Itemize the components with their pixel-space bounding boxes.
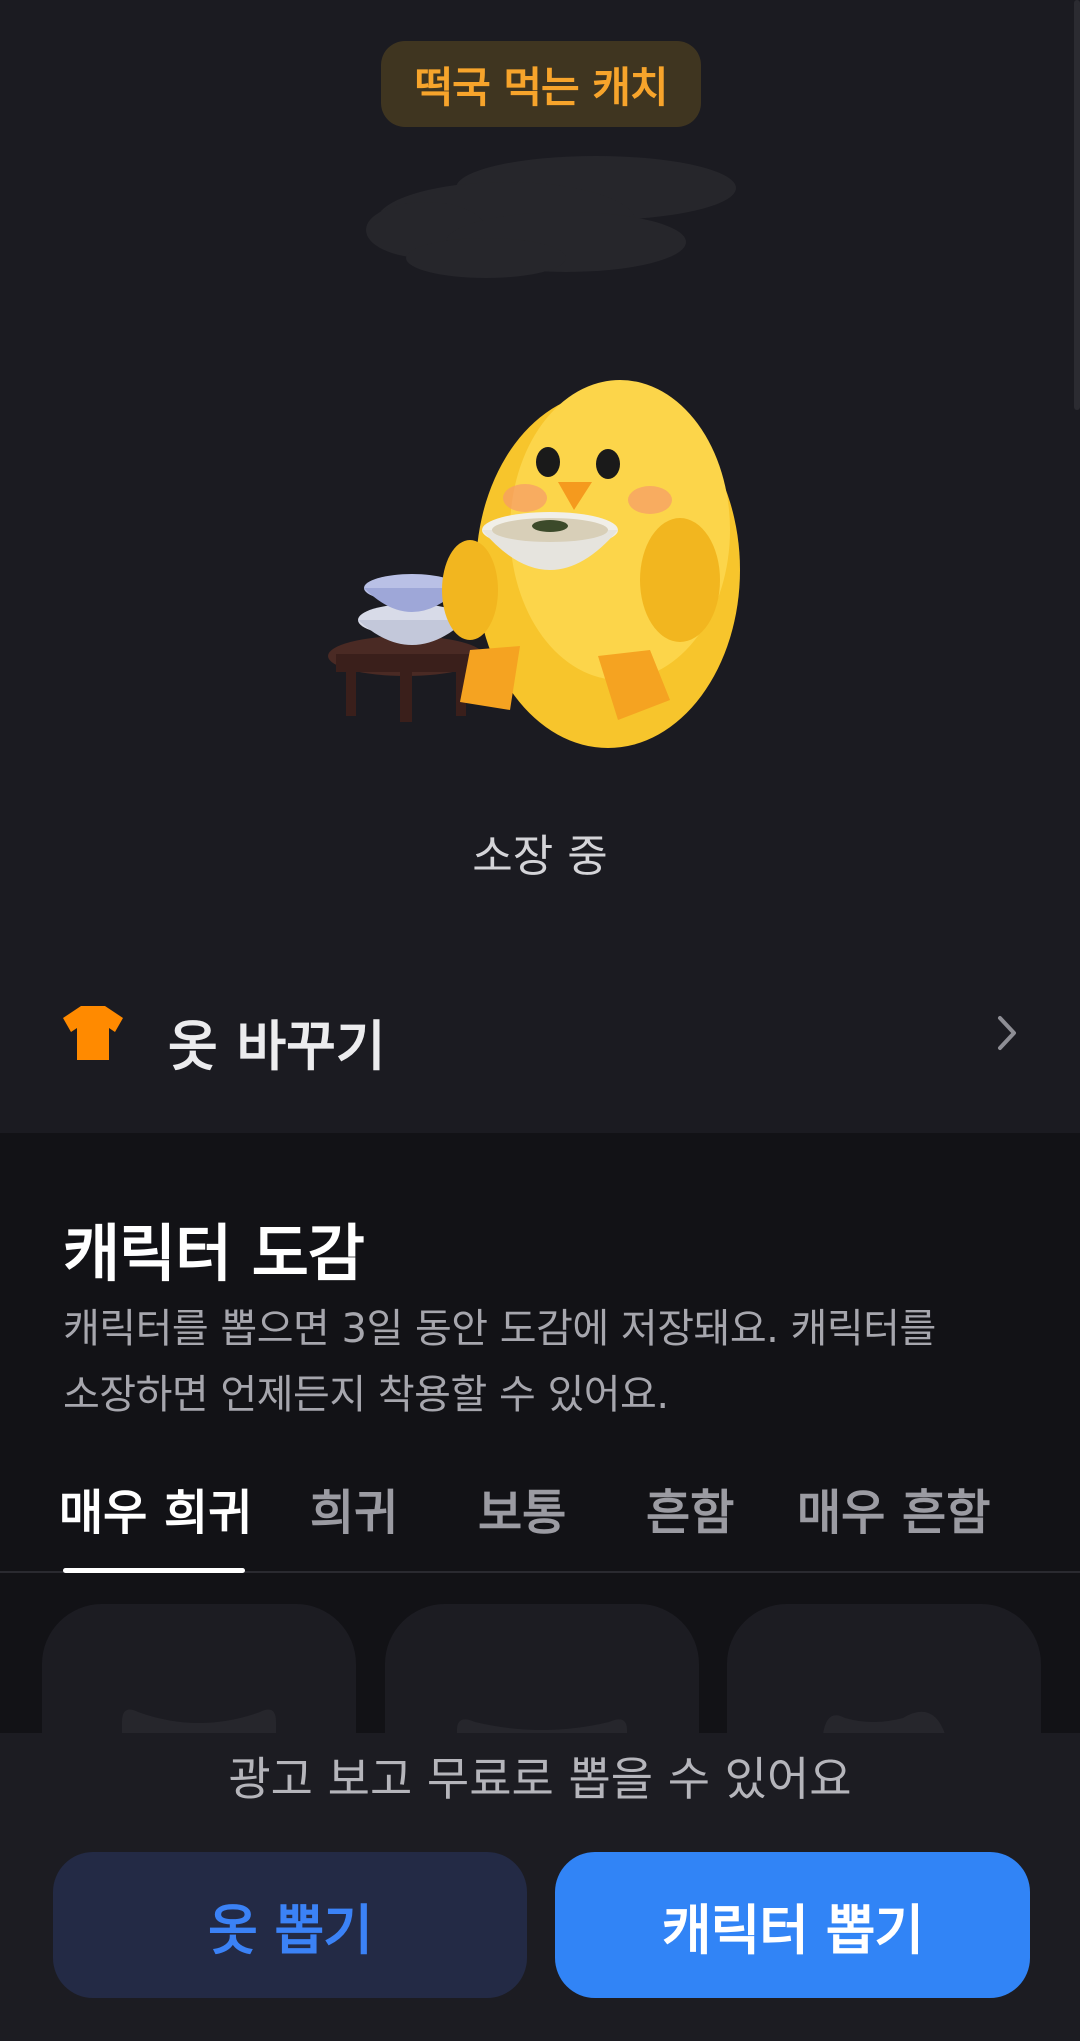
tab-very-rare[interactable]: 매우 희귀 [59,1473,252,1543]
scrollbar[interactable] [1074,0,1080,410]
change-clothes-label: 옷 바꾸기 [168,1015,386,1078]
chevron-right-icon [998,1016,1016,1050]
tab-normal[interactable]: 보통 [478,1473,566,1543]
chick-character-illustration [328,380,740,748]
tab-common[interactable]: 흔함 [646,1473,734,1543]
draw-clothes-button[interactable]: 옷 뽑기 [53,1852,527,1998]
rarity-tabs: 매우 희귀 희귀 보통 흔함 매우 흔함 [0,1473,1080,1573]
active-tab-indicator [63,1568,245,1573]
ad-free-draw-notice: 광고 보고 무료로 뽑을 수 있어요 [228,1752,852,1806]
blurred-speech-cloud [366,156,736,278]
tab-rare[interactable]: 희귀 [310,1473,398,1543]
character-detail-section: 떡국 먹는 캐치 소장 중 옷 바꾸기 [0,0,1080,1133]
tab-very-common[interactable]: 매우 흔함 [797,1473,990,1543]
tshirt-icon [63,1006,123,1060]
change-clothes-row[interactable]: 옷 바꾸기 [0,960,1080,1110]
collection-title: 캐릭터 도감 [63,1217,365,1290]
owned-status-label: 소장 중 [472,831,608,882]
collection-description-line: 소장하면 언제든지 착용할 수 있어요. [63,1372,669,1418]
character-name-badge: 떡국 먹는 캐치 [381,41,701,127]
collection-description-line: 캐릭터를 뽑으면 3일 동안 도감에 저장돼요. 캐릭터를 [63,1306,936,1352]
bottom-action-panel: 광고 보고 무료로 뽑을 수 있어요 옷 뽑기 캐릭터 뽑기 [0,1733,1080,2041]
draw-character-button[interactable]: 캐릭터 뽑기 [555,1852,1030,1998]
collection-description: 캐릭터를 뽑으면 3일 동안 도감에 저장돼요. 캐릭터를 소장하면 언제든지 … [63,1296,1023,1428]
